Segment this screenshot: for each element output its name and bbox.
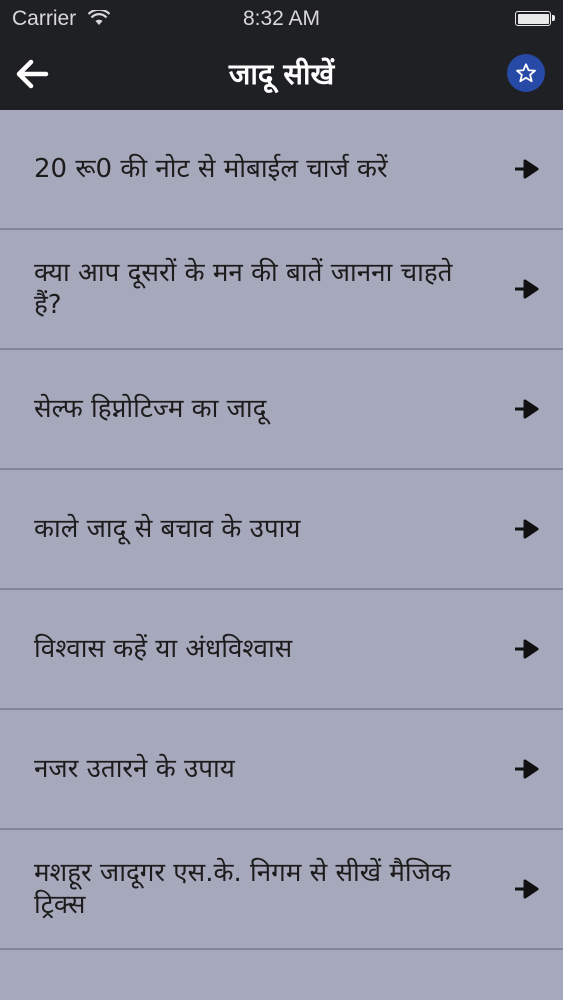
arrow-right-icon — [515, 159, 539, 179]
favorite-button[interactable] — [507, 54, 545, 92]
arrow-right-icon — [515, 519, 539, 539]
list-item[interactable]: सेल्फ हिप्नोटिज्म का जादू — [0, 350, 563, 470]
list-item-label: मशहूर जादूगर एस.के. निगम से सीखें मैजिक … — [34, 858, 451, 920]
list-item-label: काले जादू से बचाव के उपाय — [34, 514, 301, 544]
navigation-bar: जादू सीखें — [0, 38, 563, 110]
list-item[interactable]: 20 रू0 की नोट से मोबाईल चार्ज करें — [0, 110, 563, 230]
list-item[interactable]: क्या आप दूसरों के मन की बातें जानना चाहत… — [0, 230, 563, 350]
arrow-right-icon — [515, 759, 539, 779]
list-item-label: सेल्फ हिप्नोटिज्म का जादू — [34, 394, 267, 424]
topic-list: 20 रू0 की नोट से मोबाईल चार्ज करें क्या … — [0, 110, 563, 950]
list-item[interactable]: काले जादू से बचाव के उपाय — [0, 470, 563, 590]
list-item[interactable]: मशहूर जादूगर एस.के. निगम से सीखें मैजिक … — [0, 830, 563, 950]
list-item[interactable]: नजर उतारने के उपाय — [0, 710, 563, 830]
list-item-label: क्या आप दूसरों के मन की बातें जानना चाहत… — [34, 258, 453, 320]
arrow-right-icon — [515, 879, 539, 899]
star-icon — [516, 63, 536, 83]
arrow-right-icon — [515, 279, 539, 299]
list-item[interactable]: विश्वास कहें या अंधविश्वास — [0, 590, 563, 710]
list-item-label: 20 रू0 की नोट से मोबाईल चार्ज करें — [34, 154, 388, 184]
arrow-right-icon — [515, 639, 539, 659]
status-time: 8:32 AM — [242, 7, 321, 30]
battery-icon — [515, 11, 555, 26]
list-item-label: विश्वास कहें या अंधविश्वास — [34, 634, 293, 664]
page-title: जादू सीखें — [228, 57, 335, 91]
arrow-right-icon — [515, 399, 539, 419]
list-item-label: नजर उतारने के उपाय — [34, 754, 235, 784]
status-bar: Carrier 8:32 AM — [0, 0, 563, 38]
